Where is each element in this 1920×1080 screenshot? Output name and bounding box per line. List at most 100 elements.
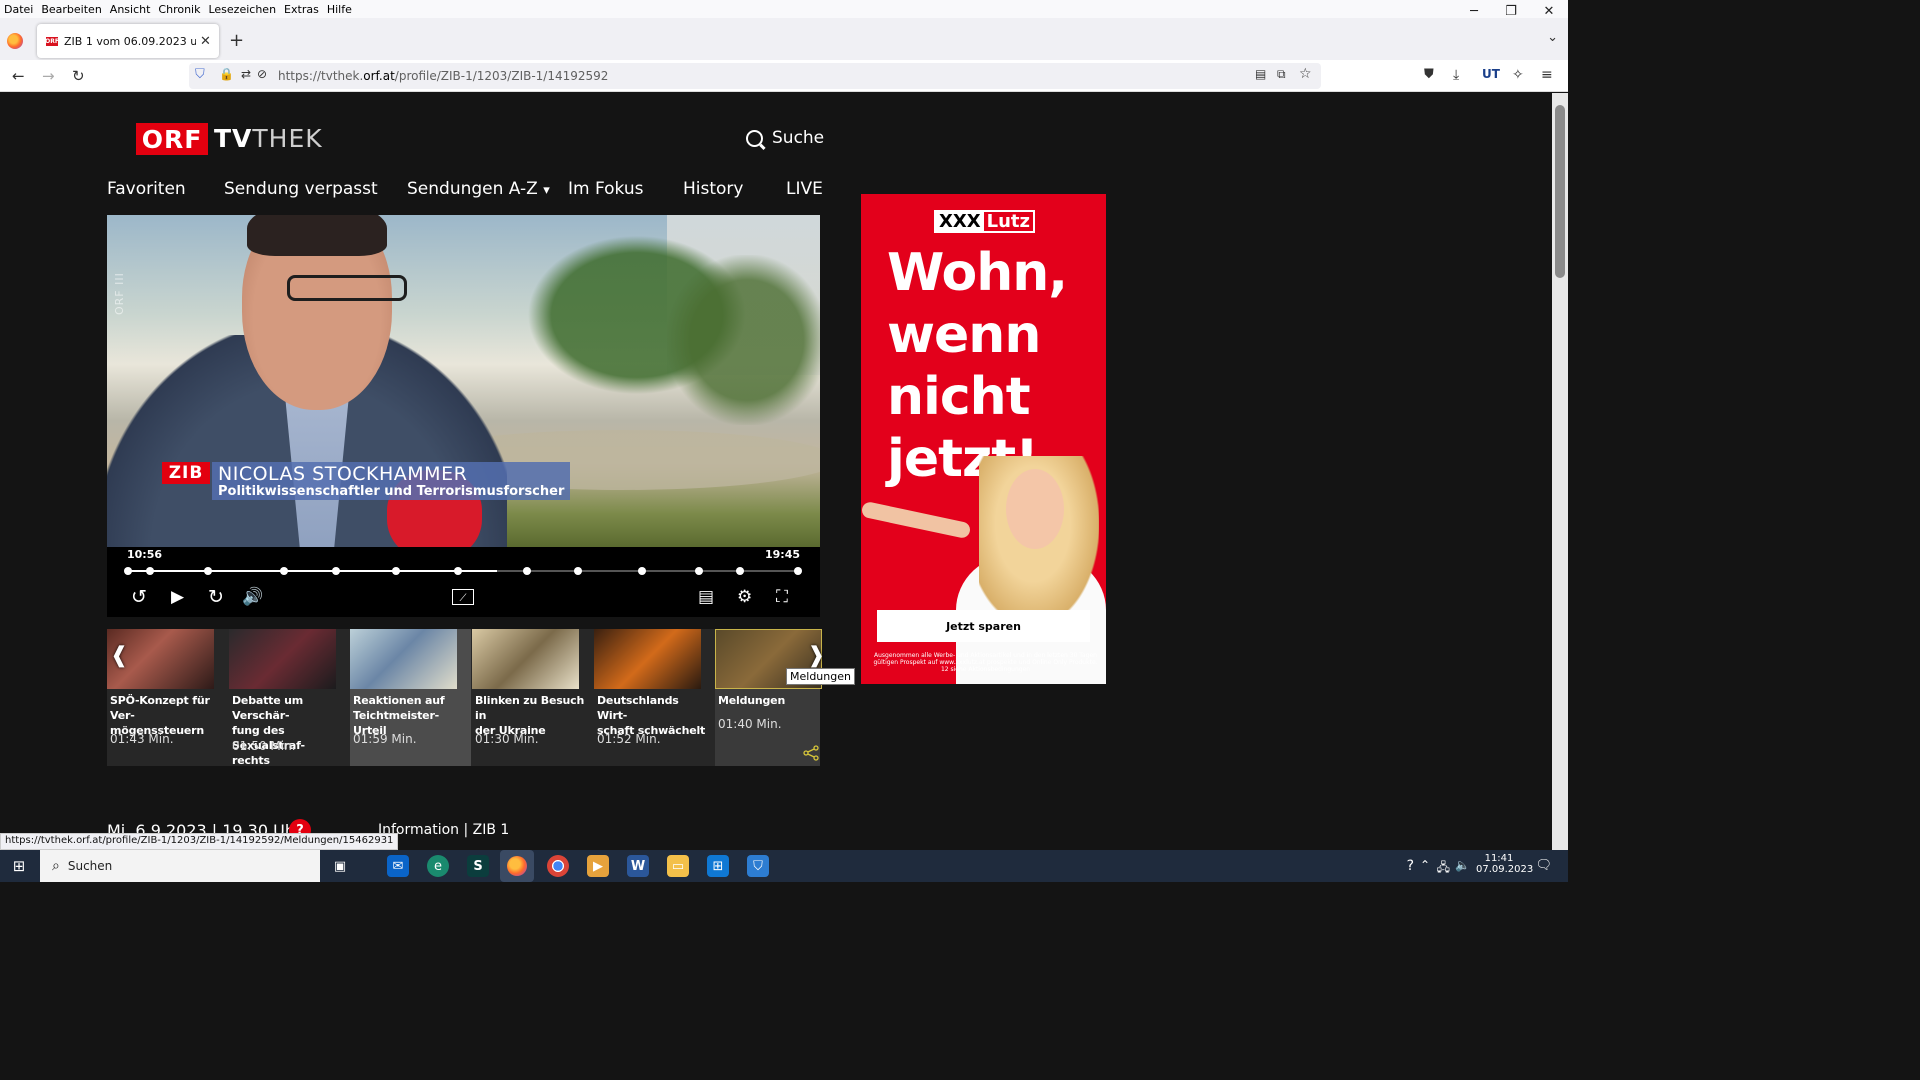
chapter-card[interactable]: Debatte um Verschär-fung des Sexualstraf…	[229, 629, 350, 767]
ad-model-arm	[861, 500, 972, 540]
menu-datei[interactable]: Datei	[0, 3, 37, 16]
play-icon[interactable]: ▶	[171, 588, 184, 606]
url-bar[interactable]: ⛉ 🔒 ⇄ ⊘ https://tvthek.orf.at/profile/ZI…	[189, 63, 1321, 89]
xxxlutz-ad[interactable]: XXX Lutz Wohn, wenn nicht jetzt! Jetzt s…	[861, 194, 1106, 684]
clock[interactable]: 11:41 07.09.2023	[1476, 853, 1533, 875]
forward-icon[interactable]: →	[42, 67, 55, 85]
forward-10-icon[interactable]: ↻	[208, 588, 224, 607]
chapter-marker[interactable]	[574, 567, 583, 575]
settings-icon[interactable]: ⚙	[737, 588, 752, 606]
mail-icon[interactable]: ✉	[387, 855, 409, 877]
downloads-icon[interactable]: ⤓	[1453, 67, 1459, 83]
tray-chevron-icon[interactable]: ⌃	[1420, 858, 1430, 872]
nav-favoriten[interactable]: Favoriten	[107, 179, 186, 199]
chapter-marker[interactable]	[735, 567, 744, 575]
chapter-duration: 01:43 Min.	[110, 732, 174, 746]
tvthek-logo[interactable]: TVTHEK	[214, 123, 323, 155]
list-all-tabs-icon[interactable]: ⌄	[1547, 30, 1558, 45]
volume-tray-icon[interactable]: 🔈	[1455, 858, 1470, 872]
extension-ut-icon[interactable]: UT	[1482, 67, 1500, 81]
defender-icon[interactable]: ⛉	[747, 855, 769, 877]
picture-in-picture-icon[interactable]: ⧉	[1277, 67, 1286, 82]
nav-im-fokus[interactable]: Im Fokus	[568, 179, 644, 199]
taskbar-search[interactable]: ⌕ Suchen	[40, 850, 320, 882]
tab-active[interactable]: ORF ZIB 1 vom 06.09.2023 um 19:30 ✕	[37, 24, 219, 58]
chapter-card-active[interactable]: Reaktionen auf Teichtmeister-Urteil 01:59…	[350, 629, 471, 766]
chapter-marker[interactable]	[204, 567, 213, 575]
ad-cta-button[interactable]: Jetzt sparen	[877, 610, 1090, 642]
chapter-marker[interactable]	[523, 567, 532, 575]
tab-close-icon[interactable]: ✕	[200, 34, 211, 49]
firefox-taskbar-icon[interactable]	[500, 850, 534, 882]
chapter-marker[interactable]	[124, 567, 132, 575]
chapter-marker[interactable]	[694, 567, 703, 575]
video-frame[interactable]: ORF III ZIB NICOLAS STOCKHAMMER Politikw…	[107, 215, 820, 547]
pocket-icon[interactable]: ⛊	[1424, 67, 1434, 82]
nav-sendungen-a-z[interactable]: Sendungen A-Z ▾	[407, 179, 550, 199]
chapter-card[interactable]: Blinken zu Besuch in der Ukraine 01:30 Mi…	[472, 629, 593, 766]
clock-time: 11:41	[1484, 853, 1514, 864]
network-icon[interactable]: 🖧	[1437, 858, 1450, 879]
menu-ansicht[interactable]: Ansicht	[106, 3, 155, 16]
menu-chronik[interactable]: Chronik	[154, 3, 204, 16]
menu-bearbeiten[interactable]: Bearbeiten	[37, 3, 105, 16]
file-explorer-icon[interactable]: ▭	[667, 855, 689, 877]
media-player-icon[interactable]: ▶	[587, 855, 609, 877]
store-icon[interactable]: ⊞	[707, 855, 729, 877]
page-scrollbar[interactable]	[1552, 93, 1568, 850]
nav-sendung-verpasst[interactable]: Sendung verpasst	[224, 179, 378, 199]
script-app-icon[interactable]: S	[467, 855, 489, 877]
menu-extras[interactable]: Extras	[280, 3, 323, 16]
search-button[interactable]: Suche	[746, 128, 824, 148]
search-icon: ⌕	[52, 858, 60, 874]
reader-view-icon[interactable]: ▤	[1255, 67, 1266, 81]
help-tray-icon[interactable]: ?	[1407, 858, 1414, 874]
lock-icon[interactable]: 🔒	[219, 67, 234, 81]
chapter-marker[interactable]	[280, 567, 289, 575]
firefox-view-icon[interactable]	[7, 33, 23, 49]
bookmark-star-icon[interactable]: ☆	[1299, 66, 1312, 82]
chapter-marker[interactable]	[454, 567, 463, 575]
extensions-icon[interactable]: ✧	[1512, 67, 1524, 83]
audio-description-icon[interactable]: ⟋	[452, 589, 474, 605]
scrollbar-thumb[interactable]	[1555, 105, 1565, 278]
fullscreen-icon[interactable]: ⛶	[776, 588, 788, 606]
seek-bar[interactable]	[124, 567, 802, 575]
chapter-card[interactable]: Deutschlands Wirt-schaft schwächelt 01:5…	[594, 629, 715, 766]
back-icon[interactable]: ←	[12, 67, 25, 85]
lower-third-box: NICOLAS STOCKHAMMER Politikwissenschaftl…	[212, 462, 571, 500]
chapter-marker[interactable]	[331, 567, 340, 575]
tab-title: ZIB 1 vom 06.09.2023 um 19:30	[64, 34, 196, 48]
url-text[interactable]: https://tvthek.orf.at/profile/ZIB-1/1203…	[278, 69, 608, 83]
permissions-icon[interactable]: ⇄	[241, 67, 251, 81]
xxxlutz-logo: XXX Lutz	[934, 210, 1036, 233]
share-icon[interactable]	[803, 745, 819, 761]
rewind-10-icon[interactable]: ↺	[131, 588, 147, 607]
task-view-icon[interactable]: ▣	[329, 855, 351, 877]
chrome-icon[interactable]	[547, 855, 569, 877]
edge-icon[interactable]: e	[427, 855, 449, 877]
start-button[interactable]: ⊞	[0, 850, 38, 882]
menu-lesezeichen[interactable]: Lesezeichen	[204, 3, 280, 16]
chapter-marker[interactable]	[794, 567, 802, 575]
volume-icon[interactable]: 🔊	[242, 588, 263, 606]
carousel-prev-icon[interactable]: ❰	[110, 643, 128, 668]
nav-history[interactable]: History	[683, 179, 743, 199]
menu-hilfe[interactable]: Hilfe	[323, 3, 356, 16]
chapter-thumbnail	[472, 629, 579, 689]
chapter-marker[interactable]	[146, 567, 155, 575]
navigation-toolbar: ← → ↻ ⛉ 🔒 ⇄ ⊘ https://tvthek.orf.at/prof…	[0, 60, 1568, 92]
word-icon[interactable]: W	[627, 855, 649, 877]
chapter-marker[interactable]	[392, 567, 400, 575]
tracking-protection-icon[interactable]: ⛉	[195, 67, 205, 82]
reload-icon[interactable]: ↻	[72, 67, 85, 85]
carousel-next-icon[interactable]: ❱	[807, 643, 825, 668]
orf-logo[interactable]: ORF	[136, 123, 208, 155]
app-menu-icon[interactable]: ≡	[1541, 67, 1553, 83]
chapter-marker[interactable]	[637, 567, 646, 575]
notifications-icon[interactable]: 🗨	[1535, 858, 1552, 873]
new-tab-button[interactable]: +	[229, 30, 244, 51]
autoplay-blocked-icon[interactable]: ⊘	[257, 67, 267, 81]
nav-live[interactable]: LIVE	[786, 179, 823, 199]
chapters-icon[interactable]: ▤	[698, 588, 714, 606]
